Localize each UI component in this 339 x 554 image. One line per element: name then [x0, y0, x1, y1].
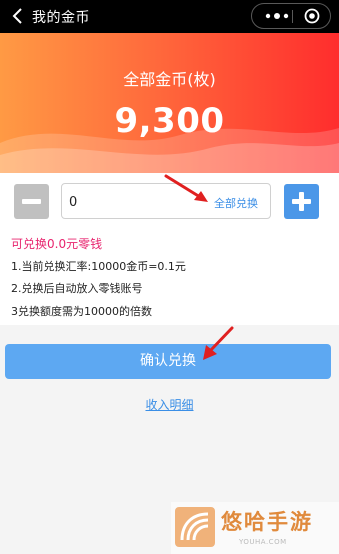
decrease-button[interactable] [14, 184, 49, 219]
mini-program-capsule [251, 3, 331, 29]
total-coins-label: 全部金币(枚) [123, 70, 216, 89]
annotation-arrow [203, 326, 234, 360]
confirm-exchange-button[interactable]: 确认兑换 [5, 344, 331, 379]
nav-bar: 我的金币 [0, 0, 339, 33]
watermark-url: YOUHA.COM [239, 538, 287, 546]
plus-icon-vertical [299, 192, 304, 211]
capsule-divider [292, 10, 293, 23]
available-amount: 可兑换0.0元零钱 [11, 237, 103, 251]
watermark-logo-icon [175, 507, 215, 547]
exchange-all-button[interactable]: 全部兑换 [214, 195, 258, 211]
page-title: 我的金币 [32, 10, 90, 26]
close-target-icon[interactable] [304, 8, 320, 24]
increase-button[interactable] [284, 184, 319, 219]
rule-item: 3兑换额度需为10000的倍数 [11, 305, 152, 318]
coin-banner: 全部金币(枚) 9,300 [0, 33, 339, 173]
rule-item: 2.兑换后自动放入零钱账号 [11, 282, 143, 295]
minus-icon [22, 199, 41, 204]
rule-item: 1.当前兑换汇率:10000金币=0.1元 [11, 260, 186, 273]
back-arrow-icon[interactable] [9, 6, 27, 26]
annotation-arrow [164, 174, 208, 202]
watermark-brand: 悠哈手游 [221, 510, 313, 534]
total-coins-value: 9,300 [114, 101, 225, 141]
more-menu-icon[interactable] [264, 11, 290, 21]
watermark: 悠哈手游 YOUHA.COM [171, 502, 339, 554]
income-detail-link[interactable]: 收入明细 [0, 396, 339, 413]
